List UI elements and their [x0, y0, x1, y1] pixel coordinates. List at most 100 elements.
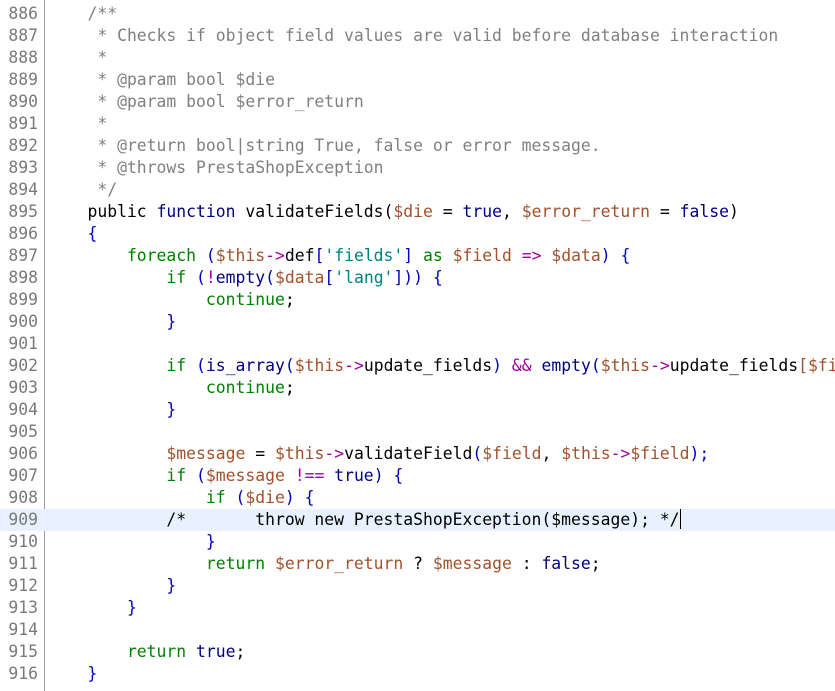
- code-line-888[interactable]: 888 *: [0, 47, 835, 69]
- code-line-916[interactable]: 916 }: [0, 663, 835, 685]
- code-token: ) {: [600, 246, 631, 265]
- code-token: $this: [294, 356, 345, 375]
- line-number: 891: [8, 114, 38, 133]
- code-token: [$field: [798, 356, 835, 375]
- code-line-897[interactable]: 897 foreach ($this->def['fields'] as $fi…: [0, 245, 835, 267]
- line-number: 887: [8, 26, 38, 45]
- code-token: public: [48, 202, 157, 221]
- line-number: 909: [8, 510, 38, 529]
- line-number: 912: [8, 576, 38, 595]
- code-text: }: [48, 597, 137, 619]
- code-line-896[interactable]: 896 {: [0, 223, 835, 245]
- code-token: ->: [650, 356, 670, 375]
- code-token: empty: [541, 356, 591, 375]
- code-token: ) {: [373, 466, 404, 485]
- code-token: (: [235, 488, 246, 507]
- code-token: (: [196, 268, 206, 287]
- code-token: ) {: [284, 488, 315, 507]
- code-token: update_fields: [363, 356, 493, 375]
- line-number: 896: [8, 224, 38, 243]
- code-token: $message: [48, 444, 246, 463]
- line-number: 911: [8, 554, 38, 573]
- code-token: * @return bool|string True, false or err…: [48, 136, 601, 155]
- code-token: false: [541, 554, 591, 573]
- line-number: 894: [8, 180, 38, 199]
- code-line-894[interactable]: 894 */: [0, 179, 835, 201]
- code-line-900[interactable]: 900 }: [0, 311, 835, 333]
- line-number: 903: [8, 378, 38, 397]
- code-token: ): [492, 356, 512, 375]
- code-line-893[interactable]: 893 * @throws PrestaShopException: [0, 157, 835, 179]
- line-number: 898: [8, 268, 38, 287]
- line-number: 889: [8, 70, 38, 89]
- code-line-886[interactable]: 886 /**: [0, 3, 835, 25]
- code-line-898[interactable]: 898 if (!empty($data['lang'])) {: [0, 267, 835, 289]
- line-number: 904: [8, 400, 38, 419]
- code-line-892[interactable]: 892 * @return bool|string True, false or…: [0, 135, 835, 157]
- code-token: [: [324, 268, 335, 287]
- line-number: 913: [8, 598, 38, 617]
- code-line-915[interactable]: 915 return true;: [0, 641, 835, 663]
- code-line-887[interactable]: 887 * Checks if object field values are …: [0, 25, 835, 47]
- code-token: ])) {: [393, 268, 443, 287]
- code-token: }: [48, 532, 216, 551]
- code-token: }: [48, 664, 98, 683]
- code-line-890[interactable]: 890 * @param bool $error_return: [0, 91, 835, 113]
- code-text: continue;: [48, 377, 295, 399]
- code-text: {: [48, 223, 97, 245]
- code-line-901[interactable]: 901: [0, 333, 835, 355]
- code-line-895[interactable]: 895 public function validateFields($die …: [0, 201, 835, 223]
- code-token: =: [432, 202, 463, 221]
- code-token: !==: [284, 466, 335, 485]
- code-line-911[interactable]: 911 return $error_return ? $message : fa…: [0, 553, 835, 575]
- code-token: ,: [501, 202, 522, 221]
- code-line-912[interactable]: 912 }: [0, 575, 835, 597]
- code-line-905[interactable]: 905: [0, 421, 835, 443]
- line-number: 901: [8, 334, 38, 353]
- code-line-906[interactable]: 906 $message = $this->validateField($fie…: [0, 443, 835, 465]
- code-token: 'lang': [334, 268, 394, 287]
- code-token: *: [48, 114, 108, 133]
- code-token: :: [511, 554, 542, 573]
- code-token: );: [689, 444, 710, 463]
- code-text: }: [48, 399, 176, 421]
- code-line-913[interactable]: 913 }: [0, 597, 835, 619]
- code-line-889[interactable]: 889 * @param bool $die: [0, 69, 835, 91]
- code-line-908[interactable]: 908 if ($die) {: [0, 487, 835, 509]
- code-token: $this: [561, 444, 611, 463]
- code-text: public function validateFields($die = tr…: [48, 201, 739, 223]
- code-token: }: [48, 598, 137, 617]
- code-line-902[interactable]: 902 if (is_array($this->update_fields) &…: [0, 355, 835, 377]
- code-line-899[interactable]: 899 continue;: [0, 289, 835, 311]
- code-token: (: [590, 356, 601, 375]
- code-line-903[interactable]: 903 continue;: [0, 377, 835, 399]
- code-token: =: [650, 202, 680, 221]
- code-token: true: [334, 466, 374, 485]
- code-line-909[interactable]: 909 /* throw new PrestaShopException($me…: [0, 509, 835, 531]
- code-text: }: [48, 663, 97, 685]
- line-number: 914: [8, 620, 38, 639]
- code-text: }: [48, 531, 216, 553]
- code-line-904[interactable]: 904 }: [0, 399, 835, 421]
- code-token: =>: [511, 246, 552, 265]
- line-number: 888: [8, 48, 38, 67]
- code-token: ]: [403, 246, 424, 265]
- code-text: return $error_return ? $message : false;: [48, 553, 601, 575]
- code-token: $this: [274, 444, 325, 463]
- code-editor[interactable]: 886 /** 887 * Checks if object field valu…: [0, 0, 835, 691]
- code-line-914[interactable]: 914: [0, 619, 835, 641]
- code-line-907[interactable]: 907 if ($message !== true) {: [0, 465, 835, 487]
- code-token: empty: [215, 268, 266, 287]
- code-lines[interactable]: 886 /** 887 * Checks if object field valu…: [0, 3, 835, 685]
- code-token: foreach: [48, 246, 206, 265]
- code-line-910[interactable]: 910 }: [0, 531, 835, 553]
- code-token: ): [728, 202, 739, 221]
- code-token: [: [314, 246, 325, 265]
- code-text: }: [48, 311, 176, 333]
- code-token: if: [48, 466, 197, 485]
- code-token: false: [679, 202, 729, 221]
- code-text: continue;: [48, 289, 295, 311]
- line-number: 892: [8, 136, 38, 155]
- code-token: =: [245, 444, 275, 463]
- code-line-891[interactable]: 891 *: [0, 113, 835, 135]
